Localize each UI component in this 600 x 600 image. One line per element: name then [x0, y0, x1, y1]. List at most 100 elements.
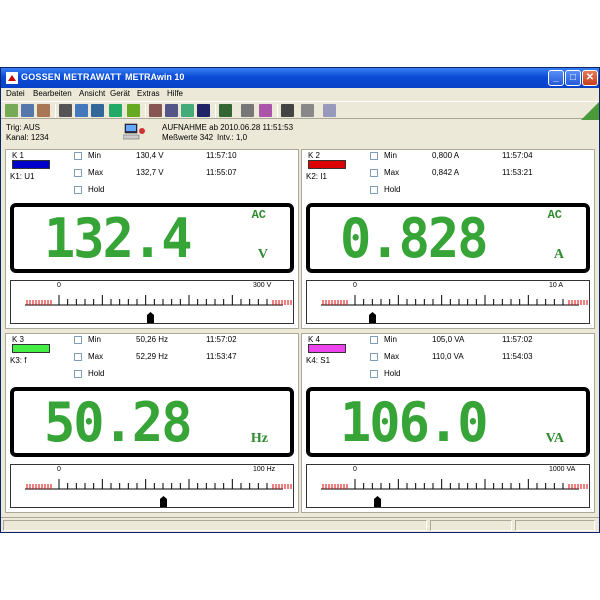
channel-color-swatch[interactable] [308, 344, 346, 353]
min-checkbox[interactable] [74, 336, 82, 344]
measurement-count: Meßwerte 342 [162, 133, 214, 142]
max-time: 11:54:03 [502, 352, 533, 361]
channel-panel-2: K 2 K2: I1 Min Max Hold 0,800 A 11:57:04… [301, 149, 595, 329]
scale-start-label: 0 [353, 466, 357, 473]
max-checkbox[interactable] [74, 353, 82, 361]
channel-color-swatch[interactable] [308, 160, 346, 169]
status-cell-3 [515, 520, 595, 531]
hold-checkbox[interactable] [74, 186, 82, 194]
scale-start-label: 0 [57, 466, 61, 473]
hold-label: Hold [88, 185, 105, 194]
max-checkbox[interactable] [74, 169, 82, 177]
analog-scale: 0 300 V [10, 280, 294, 324]
max-time: 11:53:47 [206, 352, 237, 361]
title-bar[interactable]: GOSSEN METRAWATT METRAwin 10 _ □ ✕ [1, 68, 599, 88]
hold-checkbox[interactable] [74, 370, 82, 378]
wave-icon[interactable] [219, 104, 232, 117]
computer-icon [123, 123, 145, 140]
open-icon[interactable] [5, 104, 18, 117]
help-icon[interactable] [323, 104, 336, 117]
zoom-icon[interactable] [301, 104, 314, 117]
lcd-display: 50.28 Hz [10, 387, 294, 457]
min-value: 50,26 Hz [136, 335, 169, 344]
hold-checkbox[interactable] [370, 186, 378, 194]
max-checkbox[interactable] [370, 353, 378, 361]
lcd-reading: 50.28 [44, 391, 193, 455]
min-checkbox[interactable] [370, 152, 378, 160]
lcd-reading: 106.0 [340, 391, 489, 455]
lcd-display: 106.0 VA [306, 387, 590, 457]
scale-ticks [321, 295, 588, 306]
status-cell-main [3, 520, 427, 531]
menu-bearbeiten[interactable]: Bearbeiten [33, 89, 72, 98]
scale-pointer-icon [147, 312, 155, 323]
menu-geraet[interactable]: Gerät [110, 89, 130, 98]
channel-panel-3: K 3 K3: f Min Max Hold 50,26 Hz 11:57:02… [5, 333, 299, 513]
min-value: 0,800 A [432, 151, 460, 160]
toolbar-separator [215, 104, 216, 118]
toolbar-separator [277, 104, 278, 118]
scale-end-label: 300 V [253, 282, 272, 289]
lcd-reading: 0.828 [340, 207, 489, 271]
filter-icon[interactable] [259, 104, 272, 117]
min-checkbox[interactable] [370, 336, 378, 344]
scale-end-label: 100 Hz [253, 466, 276, 473]
channel-color-swatch[interactable] [12, 344, 50, 353]
record-icon[interactable] [59, 104, 72, 117]
max-checkbox[interactable] [370, 169, 378, 177]
scale-end-label: 1000 VA [549, 466, 576, 473]
analog-scale: 0 10 A [306, 280, 590, 324]
trigger-status: Trig: AUS [6, 123, 40, 132]
channel-label: K 2 [308, 151, 321, 160]
menu-ansicht[interactable]: Ansicht [79, 89, 105, 98]
channel-label: K 4 [308, 335, 321, 344]
hold-checkbox[interactable] [370, 370, 378, 378]
max-time: 11:55:07 [206, 168, 237, 177]
recording-start: AUFNAHME ab 2010.06.28 11:51:53 [162, 123, 294, 132]
settings-icon[interactable] [165, 104, 178, 117]
hold-label: Hold [384, 185, 401, 194]
export-icon[interactable] [149, 104, 162, 117]
min-label: Min [384, 335, 397, 344]
scale-ticks [321, 479, 588, 490]
play-icon[interactable] [75, 104, 88, 117]
print-icon[interactable] [281, 104, 294, 117]
close-button[interactable]: ✕ [582, 70, 598, 86]
status-bar [1, 517, 599, 532]
channel-sublabel: K1: U1 [10, 172, 35, 181]
hold-label: Hold [384, 369, 401, 378]
lcd-reading: 132.4 [44, 207, 193, 271]
min-label: Min [384, 151, 397, 160]
ac-indicator: AC [547, 208, 562, 222]
channel-color-swatch[interactable] [12, 160, 50, 169]
minimize-button[interactable]: _ [548, 70, 564, 86]
min-time: 11:57:10 [206, 151, 237, 160]
monitor-icon[interactable] [197, 104, 210, 117]
print-setup-icon[interactable] [37, 104, 50, 117]
min-checkbox[interactable] [74, 152, 82, 160]
lcd-unit: VA [545, 431, 564, 446]
hold-label: Hold [88, 369, 105, 378]
min-time: 11:57:04 [502, 151, 533, 160]
app-icon [6, 72, 18, 84]
menu-datei[interactable]: Datei [6, 89, 25, 98]
menu-extras[interactable]: Extras [137, 89, 160, 98]
scale-start-label: 0 [57, 282, 61, 289]
menu-hilfe[interactable]: Hilfe [167, 89, 183, 98]
list-icon[interactable] [181, 104, 194, 117]
max-value: 110,0 VA [432, 352, 464, 361]
interval: Intv.: 1,0 [217, 133, 248, 142]
scale-icon[interactable] [241, 104, 254, 117]
min-value: 105,0 VA [432, 335, 465, 344]
max-label: Max [384, 352, 400, 361]
recording-info: Trig: AUS Kanal: 1234 AUFNAHME ab 2010.0… [1, 120, 599, 148]
min-value: 130,4 V [136, 151, 164, 160]
device-icon[interactable] [91, 104, 104, 117]
chart-icon[interactable] [109, 104, 122, 117]
lcd-unit: A [553, 247, 564, 262]
save-icon[interactable] [21, 104, 34, 117]
table-icon[interactable] [127, 104, 140, 117]
channel-panel-1: K 1 K1: U1 Min Max Hold 130,4 V 11:57:10… [5, 149, 299, 329]
maximize-button[interactable]: □ [565, 70, 581, 86]
window-title: METRAwin 10 [125, 72, 185, 82]
